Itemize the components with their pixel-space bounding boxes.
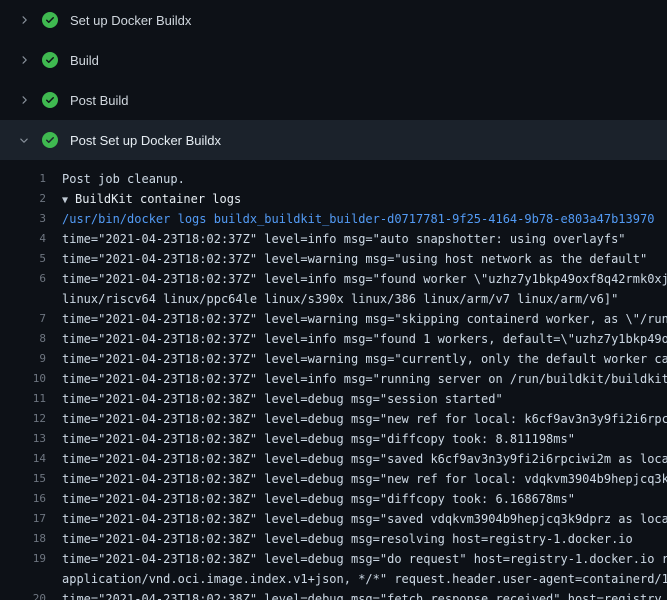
line-number[interactable]: 5 — [0, 249, 46, 269]
log-text: time="2021-04-23T18:02:38Z" level=debug … — [46, 589, 662, 600]
chevron-right-icon — [16, 12, 32, 28]
log-line: 7time="2021-04-23T18:02:37Z" level=warni… — [0, 309, 667, 329]
line-number-empty — [0, 569, 46, 589]
section-header-build[interactable]: Build — [0, 40, 667, 80]
log-line: 4time="2021-04-23T18:02:37Z" level=info … — [0, 229, 667, 249]
log-text: time="2021-04-23T18:02:37Z" level=warnin… — [46, 309, 667, 329]
line-number[interactable]: 19 — [0, 549, 46, 569]
log-text: time="2021-04-23T18:02:38Z" level=debug … — [46, 389, 503, 409]
log-line: application/vnd.oci.image.index.v1+json,… — [0, 569, 667, 589]
log-text: time="2021-04-23T18:02:38Z" level=debug … — [46, 409, 667, 429]
log-text: time="2021-04-23T18:02:38Z" level=debug … — [46, 469, 667, 489]
check-circle-icon — [42, 132, 58, 148]
check-circle-icon — [42, 12, 58, 28]
log-line: 17time="2021-04-23T18:02:38Z" level=debu… — [0, 509, 667, 529]
line-number[interactable]: 8 — [0, 329, 46, 349]
check-circle-icon — [42, 52, 58, 68]
line-number[interactable]: 14 — [0, 449, 46, 469]
log-text: time="2021-04-23T18:02:37Z" level=warnin… — [46, 349, 667, 369]
line-number[interactable]: 6 — [0, 269, 46, 289]
log-line: 12time="2021-04-23T18:02:38Z" level=debu… — [0, 409, 667, 429]
log-line: 9time="2021-04-23T18:02:37Z" level=warni… — [0, 349, 667, 369]
log-line: linux/riscv64 linux/ppc64le linux/s390x … — [0, 289, 667, 309]
log-line: 5time="2021-04-23T18:02:37Z" level=warni… — [0, 249, 667, 269]
log-command-text: /usr/bin/docker logs buildx_buildkit_bui… — [46, 209, 654, 229]
log-line: 19time="2021-04-23T18:02:38Z" level=debu… — [0, 549, 667, 569]
line-number[interactable]: 20 — [0, 589, 46, 600]
line-number[interactable]: 9 — [0, 349, 46, 369]
line-number[interactable]: 12 — [0, 409, 46, 429]
triangle-down-icon: ▼ — [62, 195, 68, 206]
line-number-empty — [0, 289, 46, 309]
line-number[interactable]: 2 — [0, 189, 46, 209]
line-number[interactable]: 1 — [0, 169, 46, 189]
log-text: time="2021-04-23T18:02:38Z" level=debug … — [46, 429, 575, 449]
log-text: Post job cleanup. — [46, 169, 185, 189]
log-text: time="2021-04-23T18:02:37Z" level=info m… — [46, 369, 667, 389]
line-number[interactable]: 15 — [0, 469, 46, 489]
log-line: 3/usr/bin/docker logs buildx_buildkit_bu… — [0, 209, 667, 229]
log-line: 20time="2021-04-23T18:02:38Z" level=debu… — [0, 589, 667, 600]
line-number[interactable]: 17 — [0, 509, 46, 529]
section-header-set-up-docker-buildx[interactable]: Set up Docker Buildx — [0, 0, 667, 40]
section-label: Build — [70, 53, 99, 68]
section-header-post-set-up-docker-buildx[interactable]: Post Set up Docker Buildx — [0, 120, 667, 160]
log-line: 2 ▼ BuildKit container logs — [0, 189, 667, 209]
chevron-right-icon — [16, 52, 32, 68]
line-number[interactable]: 10 — [0, 369, 46, 389]
line-number[interactable]: 11 — [0, 389, 46, 409]
line-number[interactable]: 7 — [0, 309, 46, 329]
log-text: linux/riscv64 linux/ppc64le linux/s390x … — [46, 289, 618, 309]
actions-log-viewer: Set up Docker Buildx Build Post Build Post … — [0, 0, 667, 600]
section-label: Set up Docker Buildx — [70, 13, 191, 28]
log-line: 10time="2021-04-23T18:02:37Z" level=info… — [0, 369, 667, 389]
log-text: time="2021-04-23T18:02:37Z" level=info m… — [46, 229, 626, 249]
log-group-toggle[interactable]: ▼ BuildKit container logs — [46, 189, 241, 209]
log-line: 1Post job cleanup. — [0, 169, 667, 189]
line-number[interactable]: 16 — [0, 489, 46, 509]
log-text: time="2021-04-23T18:02:38Z" level=debug … — [46, 529, 633, 549]
log-line: 15time="2021-04-23T18:02:38Z" level=debu… — [0, 469, 667, 489]
log-text: time="2021-04-23T18:02:37Z" level=info m… — [46, 329, 667, 349]
check-circle-icon — [42, 92, 58, 108]
log-text: time="2021-04-23T18:02:38Z" level=debug … — [46, 549, 667, 569]
log-line: 14time="2021-04-23T18:02:38Z" level=debu… — [0, 449, 667, 469]
line-number[interactable]: 18 — [0, 529, 46, 549]
log-line: 6time="2021-04-23T18:02:37Z" level=info … — [0, 269, 667, 289]
log-group-label: BuildKit container logs — [75, 192, 241, 206]
line-number[interactable]: 13 — [0, 429, 46, 449]
log-text: time="2021-04-23T18:02:38Z" level=debug … — [46, 489, 575, 509]
section-label: Post Set up Docker Buildx — [70, 133, 221, 148]
log-area: 1Post job cleanup.2 ▼ BuildKit container l… — [0, 160, 667, 600]
step-section-list: Set up Docker Buildx Build Post Build Post … — [0, 0, 667, 160]
line-number[interactable]: 4 — [0, 229, 46, 249]
log-line: 18time="2021-04-23T18:02:38Z" level=debu… — [0, 529, 667, 549]
log-line: 16time="2021-04-23T18:02:38Z" level=debu… — [0, 489, 667, 509]
log-text: application/vnd.oci.image.index.v1+json,… — [46, 569, 667, 589]
log-text: time="2021-04-23T18:02:37Z" level=warnin… — [46, 249, 647, 269]
log-text: time="2021-04-23T18:02:37Z" level=info m… — [46, 269, 667, 289]
section-label: Post Build — [70, 93, 129, 108]
chevron-right-icon — [16, 92, 32, 108]
chevron-down-icon — [16, 132, 32, 148]
log-text: time="2021-04-23T18:02:38Z" level=debug … — [46, 509, 667, 529]
log-line: 8time="2021-04-23T18:02:37Z" level=info … — [0, 329, 667, 349]
section-header-post-build[interactable]: Post Build — [0, 80, 667, 120]
log-line: 11time="2021-04-23T18:02:38Z" level=debu… — [0, 389, 667, 409]
line-number[interactable]: 3 — [0, 209, 46, 229]
log-text: time="2021-04-23T18:02:38Z" level=debug … — [46, 449, 667, 469]
log-line: 13time="2021-04-23T18:02:38Z" level=debu… — [0, 429, 667, 449]
